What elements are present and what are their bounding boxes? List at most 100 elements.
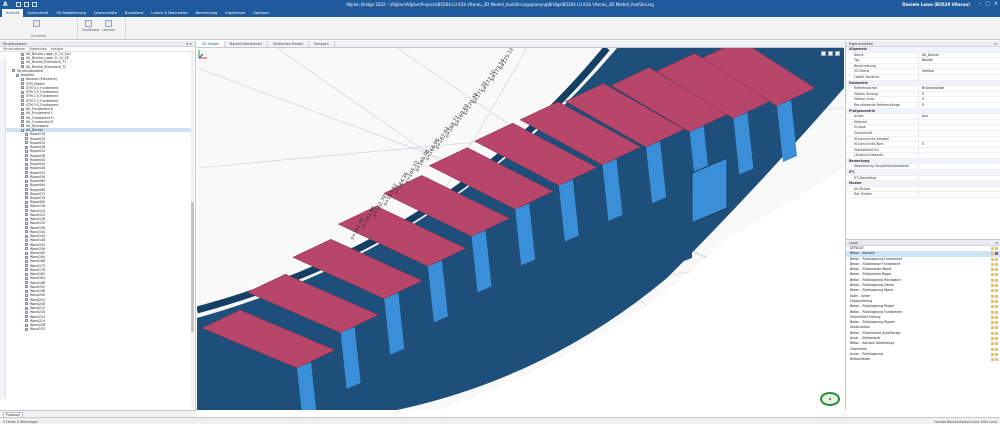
property-value[interactable] [918, 74, 1000, 80]
layer-color-swatch[interactable] [991, 278, 994, 282]
layer-color-swatch[interactable] [991, 284, 994, 288]
tree-scrollbar[interactable] [191, 52, 194, 407]
ribbon-tab[interactable]: Berechnung [192, 9, 222, 17]
layer-color-swatch[interactable] [995, 247, 998, 250]
layer-color-swatch[interactable] [991, 247, 994, 250]
layer-color-swatch[interactable] [995, 289, 998, 293]
close-icon[interactable]: × [994, 42, 997, 46]
layer-color-swatch[interactable] [991, 294, 994, 298]
layer-color-swatch[interactable] [995, 310, 998, 314]
ribbon-tab[interactable]: Ansicht [2, 9, 24, 17]
layer-row[interactable]: Bildausfallen [846, 357, 1000, 362]
minimize-icon[interactable]: – [979, 1, 982, 7]
ribbon-tab[interactable]: 3D Modellierung [52, 9, 90, 17]
view-tab[interactable]: Statisches Modell [268, 41, 309, 47]
property-value[interactable]: 0 [918, 102, 1000, 108]
property-value[interactable]: Brückenachse [918, 86, 1000, 91]
layer-color-swatch[interactable] [991, 326, 994, 330]
status-messages[interactable]: 0 Fehler 0 Warnungen [3, 420, 38, 424]
plan-view-button[interactable] [30, 20, 42, 28]
property-value[interactable]: Aus [918, 114, 1000, 119]
layer-color-swatch[interactable] [991, 268, 994, 272]
property-value[interactable] [918, 130, 1000, 136]
layer-color-swatch[interactable] [991, 342, 994, 346]
property-value[interactable] [918, 63, 1000, 69]
property-value[interactable] [918, 153, 1000, 158]
layer-color-swatch[interactable] [991, 352, 994, 356]
layer-color-swatch[interactable] [995, 321, 998, 325]
property-value[interactable] [918, 186, 1000, 192]
property-row[interactable]: Ref. Muster [846, 192, 1000, 199]
layer-color-swatch[interactable] [991, 262, 994, 266]
delete-button[interactable]: Löschen [102, 20, 115, 32]
pan-icon[interactable] [828, 51, 833, 56]
layer-color-swatch[interactable] [995, 342, 998, 346]
close-icon[interactable]: × [994, 1, 998, 7]
ribbon-tab[interactable]: Lasten & Nachweise [147, 9, 191, 17]
layer-color-swatch[interactable] [991, 305, 994, 309]
layer-color-swatch[interactable] [995, 268, 998, 272]
layer-color-swatch[interactable] [991, 310, 994, 314]
property-value[interactable] [918, 136, 1000, 142]
layer-color-swatch[interactable] [995, 305, 998, 309]
layer-color-swatch[interactable] [995, 326, 998, 330]
layer-color-swatch[interactable] [991, 331, 994, 335]
maximize-icon[interactable]: □ [985, 1, 990, 7]
structure-tab[interactable]: Ergebnisse [29, 47, 46, 51]
view-tab[interactable]: 3D Modell [197, 41, 225, 47]
ribbon-tab[interactable]: Querschnitte [90, 9, 121, 17]
layer-color-swatch[interactable] [991, 257, 994, 261]
ribbon-tab[interactable]: Optionen [249, 9, 273, 17]
view-tab[interactable]: Bauteil-Variationen [225, 41, 269, 47]
property-value[interactable]: 0 [918, 97, 1000, 102]
layer-color-swatch[interactable] [995, 257, 998, 261]
property-value[interactable] [918, 192, 1000, 198]
rotate-icon[interactable] [835, 51, 840, 56]
layer-color-swatch[interactable] [995, 278, 998, 282]
layer-color-swatch[interactable] [995, 299, 998, 303]
tree-item[interactable]: Wand232 [6, 327, 191, 331]
layer-color-swatch[interactable] [995, 262, 998, 266]
layer-color-swatch[interactable] [995, 315, 998, 319]
structure-tab[interactable]: Strukturbaum [3, 47, 25, 51]
structure-tab[interactable]: Analyse [51, 47, 64, 51]
close-icon[interactable]: × [995, 241, 998, 245]
property-value[interactable] [918, 119, 1000, 125]
property-value[interactable]: AK_Deckel [918, 52, 1000, 58]
navigation-compass[interactable]: N [820, 392, 840, 406]
view-tab[interactable]: Vorlagen [309, 41, 335, 47]
property-value[interactable]: 0 [918, 142, 1000, 147]
layer-color-swatch[interactable] [995, 347, 998, 351]
layer-color-swatch[interactable] [991, 273, 994, 277]
property-value[interactable] [918, 147, 1000, 153]
ribbon-tab[interactable]: Ergebnisse [221, 9, 249, 17]
layer-color-swatch[interactable] [995, 284, 998, 288]
layer-color-swatch[interactable] [995, 273, 998, 277]
layer-color-swatch[interactable] [995, 331, 998, 335]
layer-color-swatch[interactable] [991, 252, 994, 256]
layer-color-swatch[interactable] [991, 321, 994, 325]
zoom-icon[interactable] [821, 51, 826, 56]
property-value[interactable] [918, 164, 1000, 170]
graphic-tools-button[interactable]: Grafiktools [82, 20, 99, 32]
layer-color-swatch[interactable] [991, 299, 994, 303]
3d-viewport[interactable]: s=175.12 s=173.54 s=172.20 s=171.32 s=170.48… [197, 48, 844, 410]
property-value[interactable] [918, 125, 1000, 130]
layer-color-swatch[interactable] [995, 358, 998, 362]
layer-color-swatch[interactable] [995, 252, 998, 256]
layer-color-swatch[interactable] [995, 352, 998, 356]
ribbon-tab[interactable]: Bauablauf [121, 9, 147, 17]
layer-color-swatch[interactable] [995, 337, 998, 341]
pin-icon[interactable]: ▾ × [186, 42, 192, 46]
layer-color-swatch[interactable] [991, 358, 994, 362]
property-value[interactable]: Vertikal [918, 69, 1000, 74]
bridge-3d-model[interactable]: s=175.12s=173.54s=172.20s=171.32s=170.48… [197, 48, 844, 410]
user-name[interactable]: Daniele Lama (B5529 Viterau) [902, 2, 970, 7]
tree-scrollbar-thumb[interactable] [191, 202, 194, 332]
layer-color-swatch[interactable] [991, 347, 994, 351]
ribbon-tab[interactable]: Querschnitt [23, 9, 52, 17]
layer-color-swatch[interactable] [995, 294, 998, 298]
layer-color-swatch[interactable] [991, 289, 994, 293]
property-value[interactable] [918, 175, 1000, 181]
property-value[interactable]: Bauteil [918, 58, 1000, 63]
